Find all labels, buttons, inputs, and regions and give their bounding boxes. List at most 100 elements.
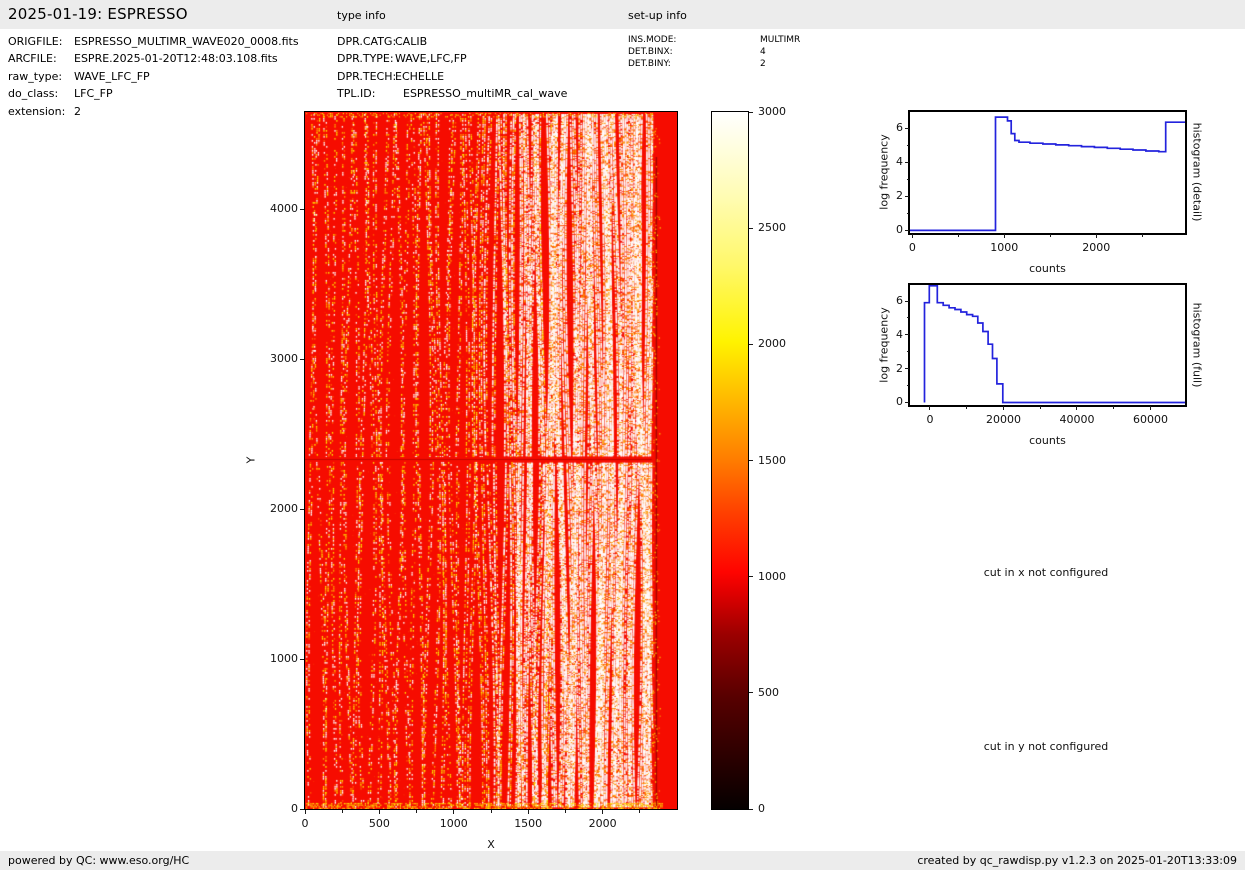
meta-label: DPR.CATG: [337,35,397,48]
meta-row: ORIGFILE: ESPRESSO_MULTIMR_WAVE020_0008.f… [8,33,299,50]
axis-tick [527,810,529,814]
axis-tick [1076,406,1078,410]
meta-row: extension: 2 [8,103,299,120]
meta-label: DET.BINY: [628,59,671,69]
hist-detail-x-label: counts [1029,262,1066,275]
axis-tick [1049,234,1051,237]
axis-tick [1149,406,1151,410]
meta-row: INS.MODE: MULTIMR [628,34,800,46]
axis-tick [906,317,909,319]
meta-label: DET.BINX: [628,47,673,57]
main-y-axis-label: Y [244,456,258,464]
colorbar: 0 500 1000 1500 2000 2500 3000 [711,105,786,815]
type-info-block: DPR.CATG:CALIB DPR.TYPE:WAVE,LFC,FP DPR.… [337,33,567,103]
qc-rawdisp-report: 2025-01-19: ESPRESSO type info set-up in… [0,0,1245,870]
axis-tick [1002,406,1004,410]
axis-tick [905,334,909,336]
colorbar-gradient [712,112,748,809]
meta-row: raw_type: WAVE_LFC_FP [8,68,299,85]
meta-value: ECHELLE [395,69,445,83]
tick-label: 0 [758,802,765,815]
section-title-type-info: type info [337,9,386,22]
tick-label: 1000 [270,652,298,666]
axis-tick [602,810,604,814]
meta-label: TPL.ID: [337,87,376,101]
section-title-setup-info: set-up info [628,9,687,22]
axis-tick [564,810,566,813]
footer-right-text: created by qc_rawdisp.py v1.2.3 on 2025-… [917,854,1237,867]
meta-row: DPR.TYPE:WAVE,LFC,FP [337,50,567,67]
tick-label: 20000 [985,413,1021,426]
axis-tick [749,808,753,810]
tick-label: 0 [291,802,298,815]
axis-tick [378,810,380,814]
meta-value: CALIB [395,35,428,48]
meta-value: WAVE_LFC_FP [74,69,150,83]
axis-tick [929,406,931,410]
axis-tick [1141,234,1143,237]
axis-tick [1113,406,1115,409]
meta-value: ESPRESSO_MULTIMR_WAVE020_0008.fits [74,35,299,48]
axis-tick [905,401,909,403]
meta-row: DET.BINY: 2 [628,58,800,70]
meta-value: 2 [760,59,766,69]
histogram-full-plot: 0 20000 40000 60000 0 2 4 6 [896,283,1187,426]
tick-label: 1500 [514,817,543,830]
footer-left-text: powered by QC: www.eso.org/HC [8,854,190,867]
hist-detail-y-label: log frequency [877,134,891,210]
axis-tick [304,810,306,814]
main-x-axis-label: X [487,838,495,851]
histogram-step-line [923,285,1185,404]
axis-tick [906,351,909,353]
axis-tick [906,212,909,214]
meta-value: WAVE,LFC,FP [395,52,467,66]
tick-label: 2000 [588,817,617,830]
tick-label: 60000 [1132,413,1168,426]
tick-label: 500 [758,685,779,699]
tick-label: 3000 [270,352,298,366]
meta-row: DPR.CATG:CALIB [337,33,567,50]
axis-tick [300,358,304,360]
hist-full-right-label: histogram (full) [1190,302,1204,388]
tick-label: 2000 [758,337,786,351]
axis-tick [905,161,909,163]
meta-value: ESPRESSO_multiMR_cal_wave [403,87,568,101]
axis-tick [300,208,304,210]
page-title: 2025-01-19: ESPRESSO [8,5,188,23]
meta-value: 2 [74,104,81,118]
tick-label: 6 [896,294,903,308]
meta-label: INS.MODE: [628,35,677,45]
axis-tick [906,178,909,180]
hist-detail-right-label: histogram (detail) [1190,122,1204,222]
axis-tick [749,576,753,578]
histogram-step-line [910,116,1185,232]
tick-label: 2000 [1082,241,1111,254]
axis-tick [749,227,753,229]
axis-tick [749,111,753,113]
tick-label: 2500 [758,221,786,235]
meta-label: raw_type: [8,69,63,83]
axis-tick [1095,234,1097,238]
axis-tick [1003,234,1005,238]
meta-label: ORIGFILE: [8,35,63,48]
meta-value: LFC_FP [74,87,113,101]
tick-label: 0 [301,817,309,830]
axis-tick [300,658,304,660]
hist-full-x-label: counts [1029,434,1066,447]
meta-row: ARCFILE: ESPRE.2025-01-20T12:48:03.108.fi… [8,50,299,67]
tick-label: 0 [926,413,934,426]
tick-label: 0 [896,395,903,409]
meta-label: do_class: [8,87,59,101]
axis-tick [906,385,909,387]
tick-label: 1000 [439,817,468,830]
tick-label: 40000 [1059,413,1095,426]
axis-tick [905,300,909,302]
tick-label: 0 [908,241,916,254]
histogram-detail-line [910,116,1185,232]
meta-label: DPR.TYPE: [337,52,394,66]
axis-tick [957,234,959,237]
tick-label: 1500 [758,453,786,467]
tick-label: 2000 [270,502,298,516]
axis-tick [300,508,304,510]
axis-tick [905,368,909,370]
